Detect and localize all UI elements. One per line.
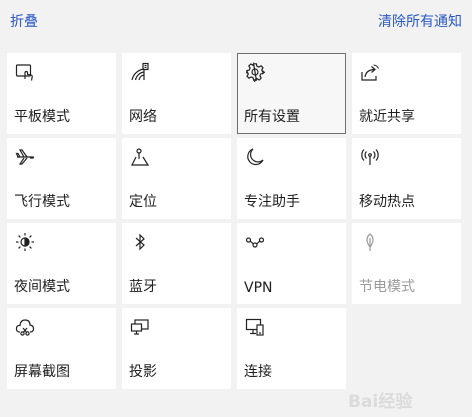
tile-focus-assist[interactable]: 专注助手 (237, 138, 346, 219)
quick-actions-grid: 平板模式 网络 所有设置 就近共享 飞行模式 定位 专注助手 移动热点 夜间模式… (7, 53, 461, 389)
tile-project[interactable]: 投影 (122, 308, 231, 389)
share-icon (360, 62, 380, 82)
tile-all-settings[interactable]: 所有设置 (237, 53, 346, 134)
tile-label: 平板模式 (14, 109, 70, 125)
tile-night-light[interactable]: 夜间模式 (7, 223, 116, 304)
tile-network[interactable]: 网络 (122, 53, 231, 134)
tile-label: 网络 (129, 109, 157, 125)
tile-label: 夜间模式 (14, 279, 70, 295)
tile-label: 飞行模式 (14, 194, 70, 210)
tile-label: 投影 (129, 364, 157, 380)
tile-screen-snip[interactable]: 屏幕截图 (7, 308, 116, 389)
hotspot-icon (360, 147, 380, 167)
bluetooth-icon (130, 232, 150, 252)
tile-bluetooth[interactable]: 蓝牙 (122, 223, 231, 304)
tile-label: 就近共享 (359, 109, 415, 125)
tile-label: 移动热点 (359, 194, 415, 210)
airplane-icon (15, 147, 35, 167)
clear-all-notifications-link[interactable]: 清除所有通知 (378, 11, 462, 31)
tile-location[interactable]: 定位 (122, 138, 231, 219)
tile-label: VPN (244, 280, 273, 296)
tile-connect[interactable]: 连接 (237, 308, 346, 389)
tile-empty-slot (352, 308, 461, 389)
watermark-logo: Bai经验 (348, 391, 413, 412)
tile-vpn[interactable]: VPN (237, 223, 346, 304)
tile-label: 所有设置 (244, 109, 300, 125)
network-icon (130, 62, 150, 82)
collapse-link[interactable]: 折叠 (10, 11, 38, 31)
tile-label: 专注助手 (244, 194, 300, 210)
tile-label: 连接 (244, 364, 272, 380)
tile-nearby-sharing[interactable]: 就近共享 (352, 53, 461, 134)
vpn-icon (245, 232, 265, 252)
watermark-text: Bai经验 (348, 391, 413, 412)
location-icon (130, 147, 150, 167)
action-center: 折叠 清除所有通知 平板模式 网络 所有设置 就近共享 飞行模式 定位 专注助手… (0, 0, 472, 417)
tile-airplane-mode[interactable]: 飞行模式 (7, 138, 116, 219)
tablet-mode-icon (15, 62, 35, 82)
brightness-icon (15, 232, 35, 252)
tile-mobile-hotspot[interactable]: 移动热点 (352, 138, 461, 219)
tile-label: 节电模式 (359, 279, 415, 295)
gear-icon (245, 62, 265, 82)
tile-label: 屏幕截图 (14, 364, 70, 380)
battery-saver-icon (360, 232, 380, 252)
moon-icon (245, 147, 265, 167)
screen-snip-icon (15, 317, 35, 337)
tile-label: 定位 (129, 194, 157, 210)
tile-tablet-mode[interactable]: 平板模式 (7, 53, 116, 134)
project-icon (130, 317, 150, 337)
tile-battery-saver: 节电模式 (352, 223, 461, 304)
tile-label: 蓝牙 (129, 279, 157, 295)
watermark: Bai经验 (348, 387, 466, 413)
connect-icon (245, 317, 265, 337)
